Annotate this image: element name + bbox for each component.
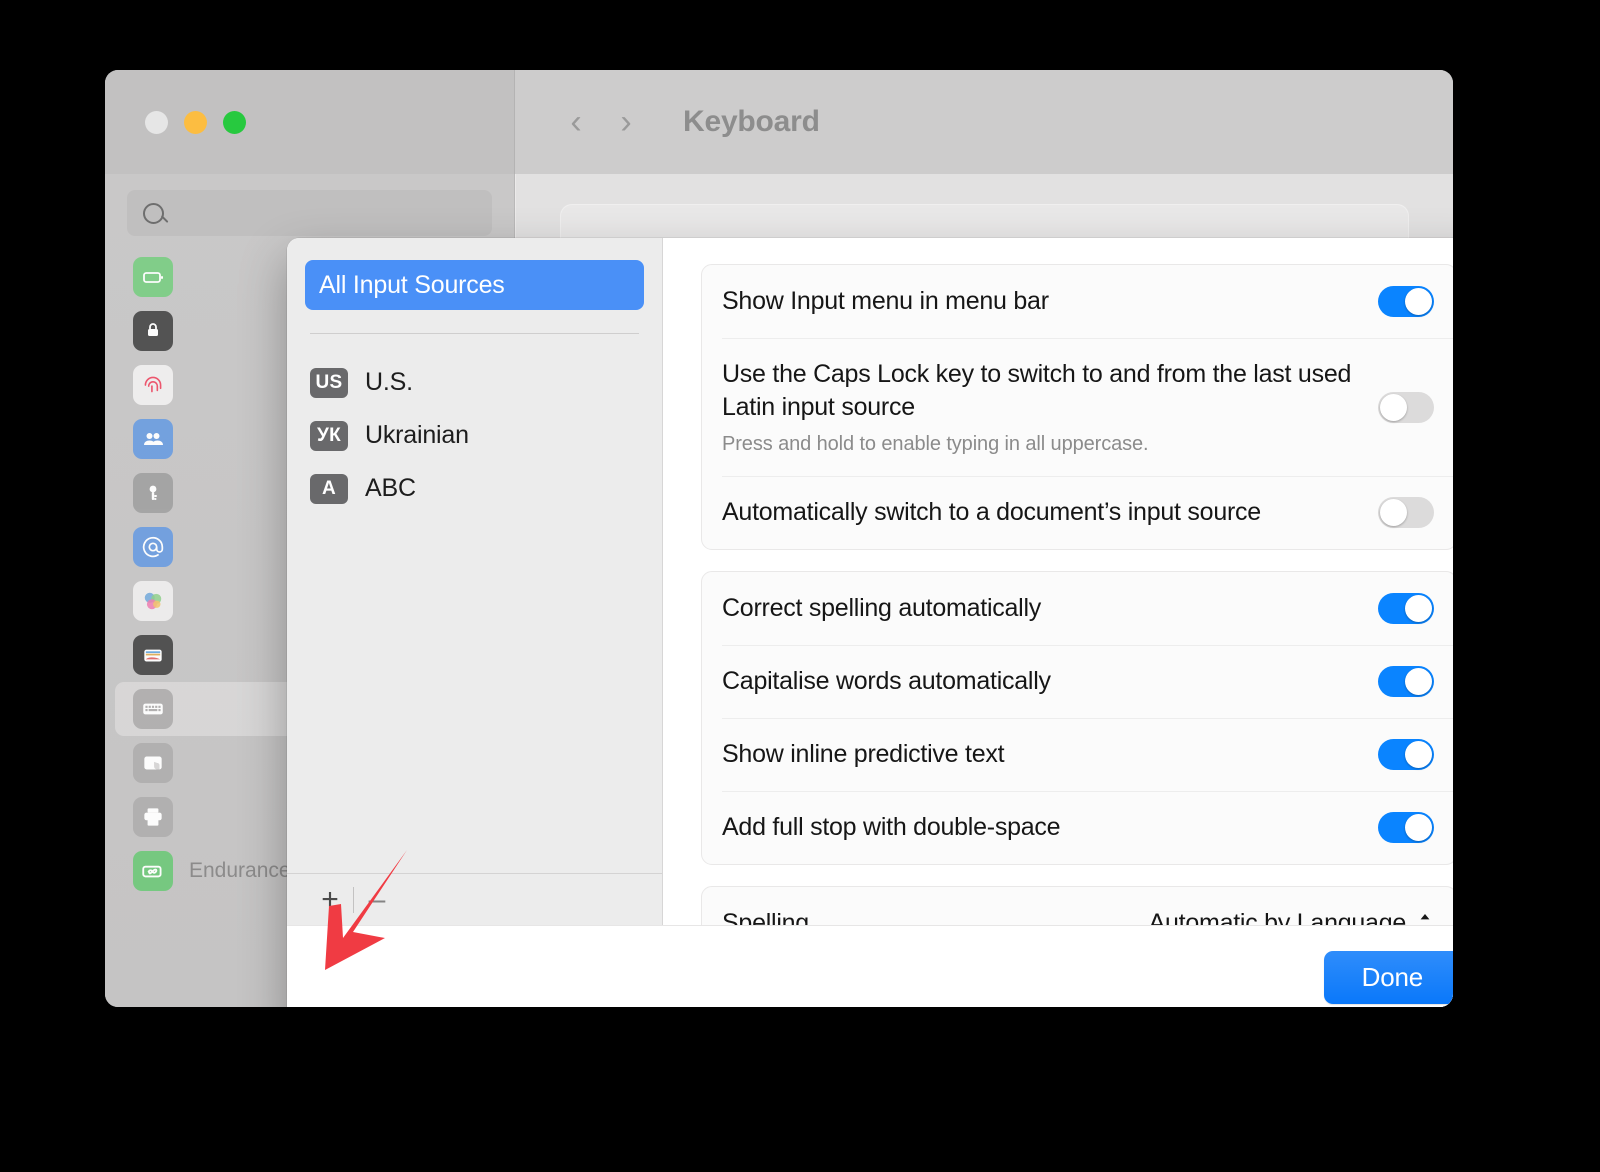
input-sources-sheet: All Input Sources US U.S. УК Ukrainian A…	[287, 238, 1453, 1007]
input-source-item-abc[interactable]: A ABC	[305, 462, 644, 515]
game-center-icon	[133, 581, 173, 621]
setting-label: Capitalise words automatically	[722, 667, 1051, 695]
toggle-knob	[1405, 288, 1432, 315]
remove-input-source-button[interactable]: –	[354, 880, 400, 920]
all-input-sources-label: All Input Sources	[319, 270, 505, 299]
input-sources-toolbar: + –	[287, 873, 662, 925]
titlebar-left	[105, 70, 515, 174]
setting-row-inline-predictive-text[interactable]: Show inline predictive text	[702, 718, 1453, 791]
toggle-caps-lock-switch[interactable]	[1378, 391, 1434, 423]
row-text: Spelling	[722, 887, 809, 925]
touch-id-fingerprint-icon	[133, 365, 173, 405]
input-sources-sidebar: All Input Sources US U.S. УК Ukrainian A…	[287, 238, 663, 925]
setting-label: Correct spelling automatically	[722, 594, 1042, 622]
setting-row-auto-switch-document[interactable]: Automatically switch to a document’s inp…	[702, 476, 1453, 549]
chevron-up-down-icon	[1416, 911, 1434, 926]
flag-badge-icon: US	[310, 367, 348, 398]
toggle-knob	[1405, 741, 1432, 768]
setting-label: Add full stop with double-space	[722, 813, 1061, 841]
flag-badge-icon: A	[310, 473, 348, 504]
back-button[interactable]: ‹	[565, 105, 587, 139]
internet-accounts-at-icon	[133, 527, 173, 567]
input-sources-options-pane: Show Input menu in menu bar Use the Caps…	[663, 238, 1453, 925]
add-input-source-button[interactable]: +	[307, 880, 353, 920]
toggle-capitalise-words[interactable]	[1378, 666, 1434, 697]
input-source-label: ABC	[365, 474, 416, 502]
sheet-body: All Input Sources US U.S. УК Ukrainian A…	[287, 238, 1453, 925]
battery-icon	[133, 257, 173, 297]
flag-badge-icon: УК	[310, 420, 348, 451]
close-button[interactable]	[145, 110, 168, 134]
setting-row-show-input-menu[interactable]: Show Input menu in menu bar	[702, 265, 1453, 338]
trackpad-icon	[133, 743, 173, 783]
toggle-inline-predictive-text[interactable]	[1378, 739, 1434, 770]
setting-label: Show Input menu in menu bar	[722, 287, 1049, 315]
options-card-input-menu: Show Input menu in menu bar Use the Caps…	[701, 264, 1453, 550]
toggle-auto-switch-document[interactable]	[1378, 497, 1434, 528]
row-text: Automatically switch to a document’s inp…	[722, 476, 1261, 549]
setting-label: Spelling	[722, 909, 809, 925]
input-source-item-us[interactable]: US U.S.	[305, 356, 644, 409]
row-text: Show Input menu in menu bar	[722, 265, 1049, 338]
options-card-text-input: Correct spelling automatically Capitalis…	[701, 571, 1453, 865]
search-input[interactable]	[127, 190, 492, 236]
setting-row-spelling[interactable]: Spelling Automatic by Language	[702, 887, 1453, 925]
setting-row-full-stop-double-space[interactable]: Add full stop with double-space	[702, 791, 1453, 864]
toggle-knob	[1405, 595, 1432, 622]
input-source-label: Ukrainian	[365, 421, 469, 449]
setting-row-caps-lock-switch[interactable]: Use the Caps Lock key to switch to and f…	[702, 338, 1453, 476]
input-source-item-ukrainian[interactable]: УК Ukrainian	[305, 409, 644, 462]
toggle-knob	[1405, 814, 1432, 841]
toggle-knob	[1380, 499, 1407, 526]
endurance-infinity-battery-icon	[133, 851, 173, 891]
system-settings-window: ‹ › Keyboard Endurance All Input Sources…	[105, 70, 1453, 1007]
input-source-label: U.S.	[365, 368, 413, 396]
setting-label: Use the Caps Lock key to switch to and f…	[722, 360, 1352, 421]
minimize-button[interactable]	[184, 110, 207, 134]
options-card-spelling: Spelling Automatic by Language	[701, 886, 1453, 925]
toggle-knob	[1380, 393, 1407, 421]
input-sources-list: All Input Sources US U.S. УК Ukrainian A…	[287, 238, 662, 873]
spelling-popup-button[interactable]: Automatic by Language	[1149, 909, 1434, 925]
wallet-icon	[133, 635, 173, 675]
row-text: Correct spelling automatically	[722, 572, 1041, 645]
lock-password-icon	[133, 311, 173, 351]
sheet-footer: Done	[287, 925, 1453, 1007]
sidebar-item-label: Endurance	[189, 859, 291, 882]
printers-scanners-icon	[133, 797, 173, 837]
setting-sublabel: Press and hold to enable typing in all u…	[722, 433, 1149, 455]
setting-row-capitalise-words[interactable]: Capitalise words automatically	[702, 645, 1453, 718]
sidebar-divider	[310, 333, 639, 334]
toggle-full-stop-double-space[interactable]	[1378, 812, 1434, 843]
row-text: Add full stop with double-space	[722, 791, 1061, 864]
row-text: Use the Caps Lock key to switch to and f…	[722, 338, 1362, 476]
zoom-button[interactable]	[223, 110, 246, 134]
row-text: Show inline predictive text	[722, 718, 1005, 791]
row-text: Capitalise words automatically	[722, 645, 1051, 718]
forward-button[interactable]: ›	[615, 105, 637, 139]
toggle-correct-spelling[interactable]	[1378, 593, 1434, 624]
passwords-key-icon	[133, 473, 173, 513]
spelling-selected-value: Automatic by Language	[1148, 909, 1407, 925]
search-icon	[143, 202, 164, 224]
users-groups-icon	[133, 419, 173, 459]
done-button[interactable]: Done	[1323, 951, 1453, 1004]
setting-label: Show inline predictive text	[722, 740, 1005, 768]
keyboard-icon	[133, 689, 173, 729]
titlebar-right: ‹ › Keyboard	[515, 70, 1453, 174]
desktop-backdrop: ‹ › Keyboard Endurance All Input Sources…	[0, 0, 1600, 1172]
window-titlebar: ‹ › Keyboard	[105, 70, 1453, 174]
setting-label: Automatically switch to a document’s inp…	[722, 498, 1261, 526]
page-title: Keyboard	[683, 105, 820, 138]
toggle-show-input-menu[interactable]	[1378, 286, 1434, 317]
setting-row-correct-spelling[interactable]: Correct spelling automatically	[702, 572, 1453, 645]
all-input-sources-item[interactable]: All Input Sources	[305, 260, 644, 310]
toggle-knob	[1405, 668, 1432, 695]
